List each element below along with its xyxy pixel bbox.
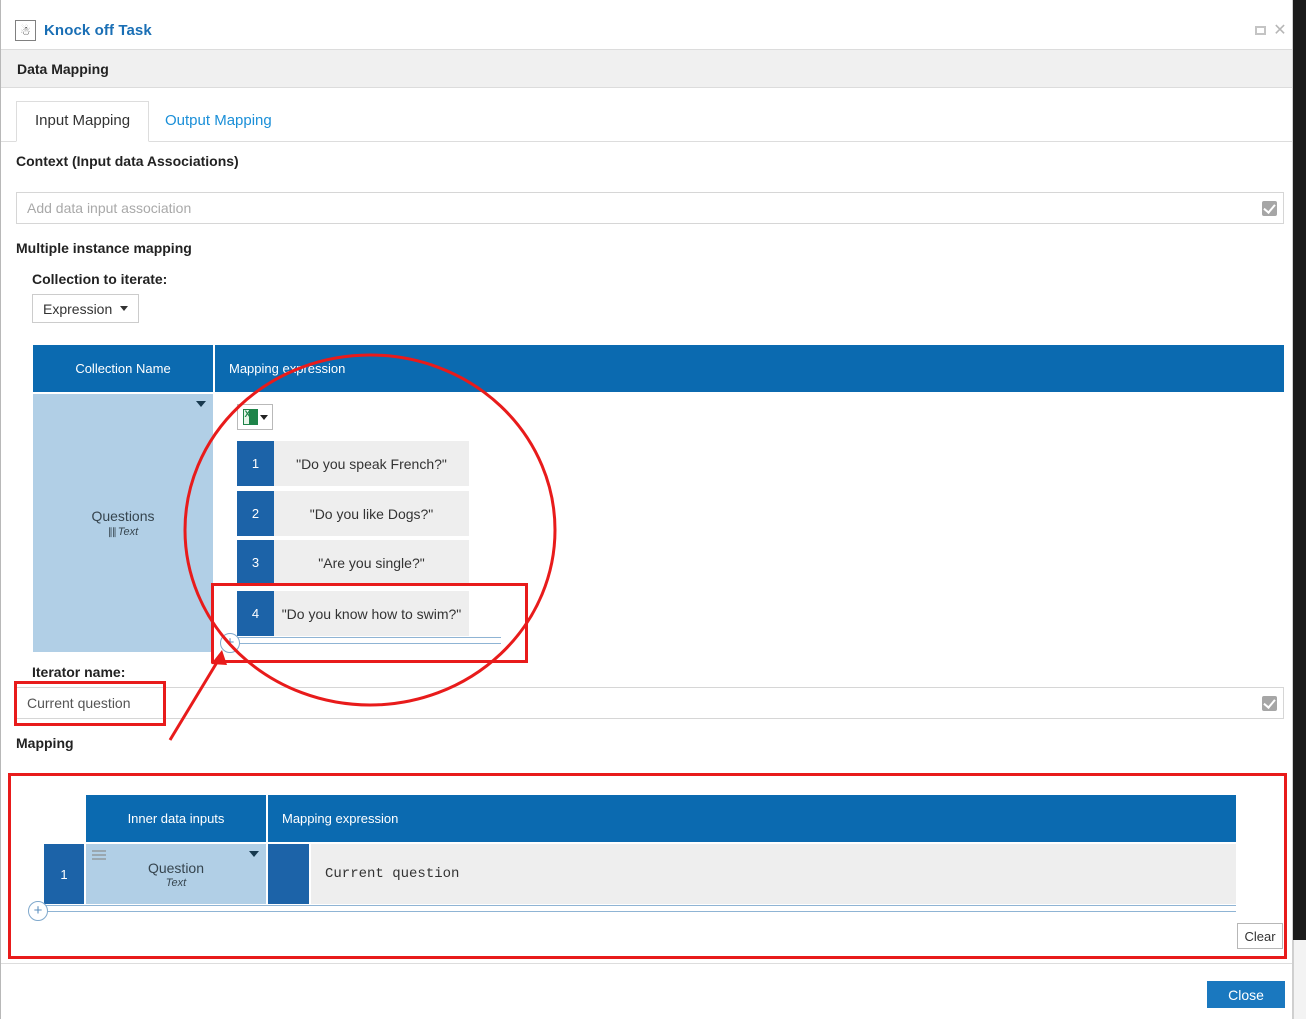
multiple-instance-label: Multiple instance mapping [16, 240, 192, 256]
row-value[interactable]: "Do you like Dogs?" [274, 491, 469, 536]
tab-output-mapping-label: Output Mapping [165, 112, 272, 129]
data-mapping-dialog: ☃ Knock off Task ✕ Data Mapping Input Ma… [0, 0, 1306, 1019]
collection-row[interactable]: 1 "Do you speak French?" [237, 441, 469, 486]
tab-bar: Input Mapping Output Mapping [1, 88, 1292, 142]
row-index: 1 [237, 441, 274, 486]
mapping-add-row-button[interactable]: + [28, 901, 48, 921]
user-task-icon: ☃ [15, 20, 36, 41]
collection-to-iterate-label: Collection to iterate: [32, 271, 168, 287]
excel-expression-icon [242, 409, 258, 425]
clear-button[interactable]: Clear [1237, 923, 1283, 949]
collection-row[interactable]: 2 "Do you like Dogs?" [237, 491, 469, 536]
iterator-name-label: Iterator name: [32, 664, 126, 680]
close-button[interactable]: Close [1207, 981, 1285, 1008]
section-header: Data Mapping [1, 50, 1292, 88]
inner-data-inputs-header-label: Inner data inputs [127, 811, 225, 826]
mapping-row-index: 1 [44, 844, 84, 904]
checkbox-confirm-icon [1262, 200, 1277, 216]
mapping-input-type: Text [165, 876, 187, 889]
mapping-label: Mapping [16, 735, 74, 751]
restore-icon[interactable] [1252, 23, 1268, 39]
page-scrollbar-thumb[interactable] [1293, 0, 1306, 940]
expression-type-label: Expression [43, 300, 113, 317]
collection-row[interactable]: 4 "Do you know how to swim?" [237, 591, 469, 636]
collection-name-value: Questions [91, 508, 155, 524]
iterator-input-row [16, 687, 1284, 719]
tab-input-mapping-label: Input Mapping [35, 112, 131, 129]
mapping-expression-value[interactable]: Current question [311, 844, 1236, 904]
page-title: Knock off Task [44, 22, 152, 39]
data-input-association-field[interactable] [16, 192, 1257, 224]
collection-expression-header-label: Mapping expression [229, 361, 346, 376]
collection-horizontal-scrollbar[interactable] [237, 637, 501, 644]
row-index: 2 [237, 491, 274, 536]
mapping-horizontal-scrollbar[interactable] [45, 905, 1236, 912]
row-index: 3 [237, 540, 274, 585]
collection-name-header-label: Collection Name [75, 361, 171, 376]
collection-row[interactable]: 3 "Are you single?" [237, 540, 469, 585]
list-type-icon: ∥∥ [107, 527, 117, 538]
row-value[interactable]: "Do you know how to swim?" [274, 591, 469, 636]
page-scrollbar-track[interactable] [1293, 0, 1306, 1019]
mapping-input-name-cell[interactable]: Question Text [86, 844, 266, 904]
dialog-footer: Close [1, 963, 1292, 1019]
expression-type-dropdown[interactable]: Expression [32, 294, 140, 323]
chevron-down-icon [196, 401, 206, 407]
mapping-expression-accent [268, 844, 309, 904]
row-value[interactable]: "Do you speak French?" [274, 441, 469, 486]
close-icon[interactable]: ✕ [1272, 23, 1288, 39]
row-index: 4 [237, 591, 274, 636]
dialog-titlebar: ☃ Knock off Task ✕ [1, 7, 1292, 50]
collection-name-cell[interactable]: Questions ∥∥ Text [33, 394, 213, 652]
chevron-down-icon [249, 851, 259, 857]
mapping-input-name: Question [147, 859, 205, 876]
checkbox-confirm-icon [1262, 695, 1277, 711]
chevron-down-icon [120, 306, 129, 311]
context-label: Context (Input data Associations) [16, 153, 239, 169]
collection-type-value: ∥∥ Text [107, 526, 139, 538]
context-input-row [16, 192, 1284, 224]
collection-expression-header: Mapping expression [215, 345, 1284, 392]
mapping-expression-header: Mapping expression [268, 795, 1236, 842]
excel-expression-icon-button[interactable] [237, 404, 273, 430]
inner-data-inputs-header: Inner data inputs [86, 795, 266, 842]
iterator-name-field[interactable] [16, 687, 1257, 719]
collection-name-header: Collection Name [33, 345, 213, 392]
row-value[interactable]: "Are you single?" [274, 540, 469, 585]
tab-input-mapping[interactable]: Input Mapping [16, 101, 150, 142]
drag-handle-icon[interactable] [92, 850, 106, 861]
context-confirm-button[interactable] [1256, 192, 1284, 224]
iterator-confirm-button[interactable] [1256, 687, 1284, 719]
section-title: Data Mapping [17, 61, 109, 77]
chevron-down-icon [259, 414, 268, 420]
collection-add-row-button[interactable]: + [220, 633, 240, 653]
mapping-expression-header-label: Mapping expression [282, 811, 399, 826]
dialog-window: ☃ Knock off Task ✕ Data Mapping Input Ma… [0, 0, 1293, 1019]
tab-output-mapping[interactable]: Output Mapping [146, 101, 291, 142]
